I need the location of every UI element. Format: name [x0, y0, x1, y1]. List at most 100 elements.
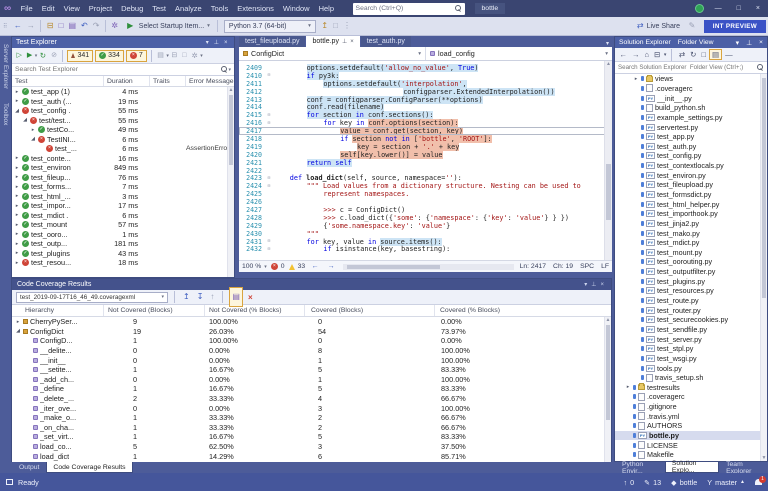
coverage-title-bar[interactable]: Code Coverage Results ▾ ⊥ ×	[12, 279, 611, 290]
nav-back-icon[interactable]: ←	[309, 258, 321, 276]
attach-icon[interactable]: ✲	[109, 17, 121, 35]
coverage-row[interactable]: __setite...116.67%583.33%	[12, 365, 611, 375]
code-line[interactable]: 2420self[key.lower()] = value	[239, 151, 612, 159]
solution-item[interactable]: .coveragerc	[615, 392, 767, 402]
solution-item[interactable]: Makefile	[615, 450, 767, 460]
window-position-icon[interactable]: ▾	[203, 39, 211, 46]
solution-item[interactable]: PYservertest.py	[615, 122, 767, 132]
start-debug-button[interactable]: ▶ Select Startup Item... ▾	[121, 17, 214, 35]
account-avatar[interactable]	[695, 4, 704, 13]
test-row[interactable]: ◢×test/test...55 ms	[12, 116, 234, 126]
solution-item[interactable]: PYtest_environ.py	[615, 170, 767, 180]
scroll-up-icon[interactable]: ▲	[229, 87, 234, 93]
document-tab-bottle.py[interactable]: bottle.py⊥×	[306, 36, 359, 47]
scroll-down-icon[interactable]: ▼	[761, 455, 767, 461]
editor-scrollbar[interactable]: ▲	[604, 61, 612, 260]
test-row[interactable]: ▸✓test_environ849 ms	[12, 163, 234, 173]
fold-marker[interactable]	[265, 239, 273, 244]
code-line[interactable]: 2411options.setdefault('interpolation',	[239, 80, 612, 88]
scroll-up-icon[interactable]: ▲	[606, 317, 611, 323]
menu-window[interactable]: Window	[278, 0, 314, 17]
type-dropdown[interactable]: ConfigDict ▾	[239, 47, 426, 60]
menu-extensions[interactable]: Extensions	[233, 0, 279, 17]
background-tasks-icon[interactable]	[6, 479, 13, 485]
import-results-icon[interactable]: ↥	[181, 288, 192, 306]
outgoing-commits[interactable]: ↑ 0	[624, 478, 635, 487]
solution-item[interactable]: ▸views	[615, 74, 767, 84]
solution-item[interactable]: ▸testresults	[615, 383, 767, 393]
test-row[interactable]: ▸✓test_fileup...76 ms	[12, 173, 234, 183]
nav-forward-icon[interactable]: →	[325, 258, 337, 276]
code-line[interactable]: 2431for key, value in source.items():	[239, 238, 612, 246]
solution-search-box[interactable]	[615, 62, 767, 74]
solution-item[interactable]: PYtest_formsdict.py	[615, 190, 767, 200]
solution-item[interactable]: PYtest_oorouting.py	[615, 257, 767, 267]
menu-project[interactable]: Project	[84, 0, 116, 17]
coverage-row[interactable]: load_co...562.50%337.50%	[12, 442, 611, 452]
test-row[interactable]: ◢×TestINI...6 ms	[12, 135, 234, 145]
pin-icon[interactable]: ⊥	[211, 39, 221, 46]
document-tab-test_auth.py[interactable]: test_auth.py	[361, 36, 411, 47]
toolbox-tab[interactable]: Toolbox	[2, 103, 9, 125]
code-line[interactable]: 2421return self	[239, 159, 612, 167]
error-count[interactable]: × 0	[271, 263, 285, 270]
expander-icon[interactable]: ◢	[22, 117, 28, 123]
quick-search-box[interactable]: Search (Ctrl+Q)	[353, 3, 465, 15]
test-search-box[interactable]: ▾	[12, 64, 234, 76]
code-line[interactable]: 2426	[239, 198, 612, 206]
solution-item[interactable]: PYtest_importhook.py	[615, 209, 767, 219]
expander-icon[interactable]: ▸	[14, 98, 20, 104]
test-list-scrollbar[interactable]: ▲	[227, 87, 234, 277]
column-header-not-covered-blocks-[interactable]: Not Covered (Blocks)	[104, 305, 205, 316]
solution-scrollbar[interactable]: ▼	[760, 74, 767, 461]
collapse-all-icon[interactable]: □	[700, 50, 708, 59]
close-button[interactable]: ×	[752, 5, 764, 12]
group-by-icon[interactable]: ⊟	[169, 47, 180, 65]
coverage-file-dropdown[interactable]: test_2019-09-17T16_46_49.coveragexml ▾	[16, 292, 168, 303]
expander-icon[interactable]: ▸	[14, 193, 20, 199]
feedback-icon[interactable]: ✎	[686, 17, 698, 35]
fold-marker[interactable]	[265, 184, 273, 189]
show-percentage-icon[interactable]: ▤	[229, 287, 243, 307]
solution-item[interactable]: PYtest_config.py	[615, 151, 767, 161]
window-position-icon[interactable]: ▾	[582, 281, 589, 288]
chevron-down-icon[interactable]: ▾	[200, 53, 203, 59]
save-icon[interactable]: □	[56, 17, 66, 35]
refresh-icon[interactable]: ↻	[689, 50, 698, 59]
column-header-covered-blocks-[interactable]: Covered (% Blocks)	[435, 305, 611, 316]
test-list-header[interactable]: TestDurationTraitsError Message	[12, 76, 234, 87]
pending-changes[interactable]: ✎ 13	[644, 478, 661, 487]
expander-icon[interactable]: ◢	[14, 108, 20, 114]
fold-marker[interactable]	[265, 73, 273, 78]
code-line[interactable]: 2424""" Load values from a dictionary st…	[239, 182, 612, 190]
python-environment-dropdown[interactable]: Python 3.7 (64-bit) ▾	[224, 20, 316, 33]
code-line[interactable]: 2409options.setdefault('allow_no_value',…	[239, 64, 612, 72]
code-line[interactable]: 2410if py3k:	[239, 72, 612, 80]
fold-marker[interactable]	[265, 113, 273, 118]
expander-icon[interactable]: ▸	[15, 319, 21, 325]
column-header-covered-blocks-[interactable]: Covered (Blocks)	[305, 305, 435, 316]
pin-icon[interactable]: ⊥	[746, 39, 752, 47]
coverage-row[interactable]: ◢ConfigDict1926.03%5473.97%	[12, 327, 611, 337]
solution-item[interactable]: PYtest_wsgi.py	[615, 354, 767, 364]
maximize-button[interactable]: □	[733, 5, 745, 12]
solution-item[interactable]: PY__init__.py	[615, 93, 767, 103]
coverage-row[interactable]: __delite...00.00%8100.00%	[12, 346, 611, 356]
solution-item[interactable]: .gitignore	[615, 402, 767, 412]
expander-icon[interactable]: ▸	[14, 155, 20, 161]
close-icon[interactable]: ×	[350, 39, 354, 45]
test-row[interactable]: ▸✓test_ooro...1 ms	[12, 230, 234, 240]
total-tests-filter[interactable]: 341	[67, 50, 93, 62]
expander-icon[interactable]: ▸	[14, 174, 20, 180]
code-line[interactable]: 2430"""	[239, 230, 612, 238]
code-line[interactable]: 2425represent namespaces.	[239, 190, 612, 198]
solution-item[interactable]: PYtools.py	[615, 363, 767, 373]
coverage-row[interactable]: _define116.67%583.33%	[12, 384, 611, 394]
code-line[interactable]: 2418if section not in ['bottle', 'ROOT']…	[239, 135, 612, 143]
code-line[interactable]: 2428>>> c.load_dict({'some': {'namespace…	[239, 214, 612, 222]
coverage-row[interactable]: _set_virt...116.67%583.33%	[12, 432, 611, 442]
test-row[interactable]: ◢×test_config .55 ms	[12, 106, 234, 116]
expander-icon[interactable]: ▸	[14, 250, 20, 256]
chevron-down-icon[interactable]: ▾	[664, 52, 667, 58]
switch-views-icon[interactable]: ⊟	[653, 50, 662, 59]
